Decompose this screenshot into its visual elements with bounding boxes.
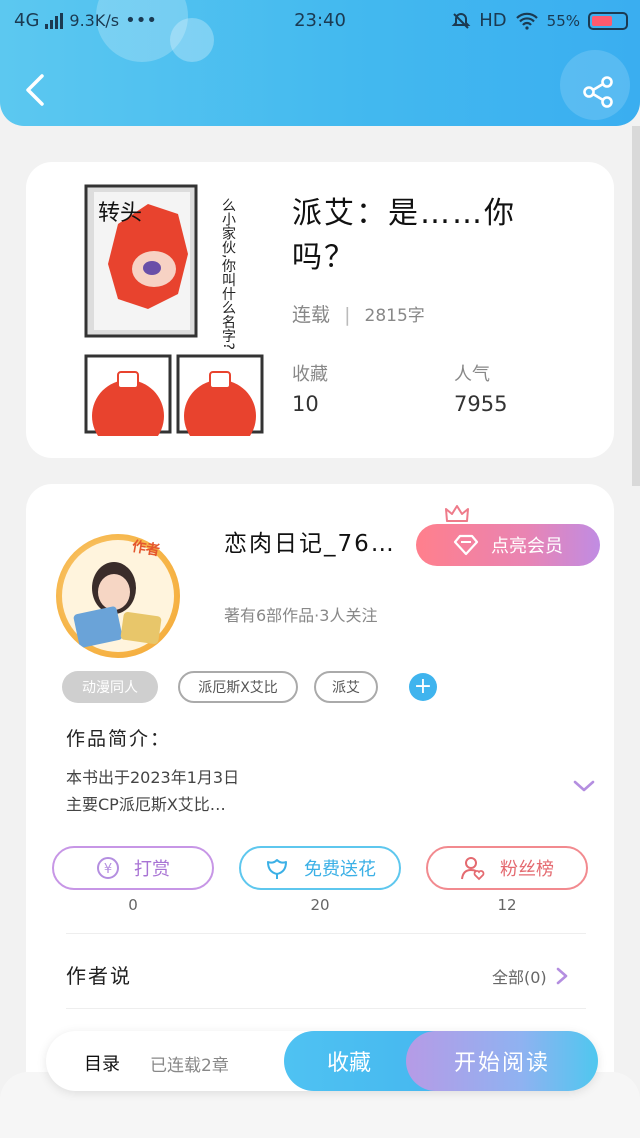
author-says-all-link[interactable]: 全部(0) [492,964,569,988]
divider [66,1008,586,1009]
book-cover-image[interactable]: 么小家伙,你叫什么名字? 转头 [78,184,266,436]
svg-text:¥: ¥ [104,862,112,877]
fans-ranking-button[interactable]: 粉丝榜 [426,846,588,890]
intro-title: 作品简介： [66,728,172,750]
popularity-label: 人气 [454,364,490,385]
tag-item[interactable]: 派艾 [314,671,378,703]
book-meta: 连载 | 2815字 [292,300,425,327]
battery-percent: 55% [546,11,580,30]
chapter-count: 已连载2章 [150,1056,229,1076]
tip-count: 0 [128,896,138,914]
intro-line: 本书出于2023年1月3日 [66,768,240,787]
favorites-value: 10 [292,392,319,416]
book-info-card: 么小家伙,你叫什么名字? 转头 派艾：是……你吗？ 连载 | 2815字 收藏 … [26,162,614,458]
share-icon[interactable] [580,74,616,110]
scroll-track [632,126,640,486]
divider [66,933,586,934]
chevron-right-icon [556,967,567,985]
back-icon[interactable] [22,72,48,108]
favorite-label: 收藏 [326,1051,371,1076]
popularity-value: 7955 [454,392,508,416]
plus-icon: + [413,674,433,699]
user-heart-icon [461,857,485,881]
author-name[interactable]: 恋肉日记_76… [224,524,396,558]
wifi-icon [515,12,538,30]
send-flower-button[interactable]: 免费送花 [239,846,401,890]
author-summary: 著有6部作品·3人关注 [224,606,378,625]
top-header: 4G 9.3K/s ••• 23:40 HD 55% [0,0,640,126]
tag-item[interactable]: 派厄斯X艾比 [178,671,298,703]
fans-count: 12 [497,896,517,914]
serial-status: 连载 [292,304,331,326]
tip-label: 打赏 [134,859,170,880]
flower-icon [267,859,287,879]
start-reading-label: 开始阅读 [453,1051,550,1076]
avatar-photo [62,540,174,652]
add-tag-button[interactable]: + [409,673,437,701]
crown-icon [445,505,469,522]
favorites-label: 收藏 [292,364,328,385]
tag-item[interactable]: 动漫同人 [62,671,158,703]
table-of-contents-link[interactable]: 目录 [84,1050,120,1076]
author-says-count: 全部(0) [492,968,547,987]
hd-indicator: HD [479,10,507,31]
flower-label: 免费送花 [304,859,376,880]
mute-bell-icon [451,12,471,29]
yen-coin-icon: ¥ [97,857,119,879]
word-count: 2815字 [364,306,425,326]
meta-separator: | [344,304,351,326]
activate-vip-button[interactable]: 点亮会员 [416,524,600,566]
battery-icon [588,11,628,30]
intro-line: 主要CP派厄斯X艾比… [66,795,226,814]
book-title: 派艾：是……你吗？ [292,196,516,275]
author-says-title: 作者说 [66,964,132,988]
chevron-down-icon[interactable] [572,778,596,794]
flower-count: 20 [310,896,330,914]
vip-label: 点亮会员 [491,536,563,557]
tip-button[interactable]: ¥ 打赏 [52,846,214,890]
cover-vertical-text: 么小家伙,你叫什么名字? [220,198,236,350]
author-avatar[interactable] [56,534,180,658]
fans-label: 粉丝榜 [500,859,554,880]
bottom-action-bar: 目录 已连载2章 收藏 开始阅读 [46,1031,598,1091]
start-reading-button[interactable]: 开始阅读 [406,1031,598,1091]
cover-title-text: 转头 [98,201,142,226]
status-bar: 4G 9.3K/s ••• 23:40 HD 55% [0,0,640,44]
diamond-icon [453,534,479,556]
